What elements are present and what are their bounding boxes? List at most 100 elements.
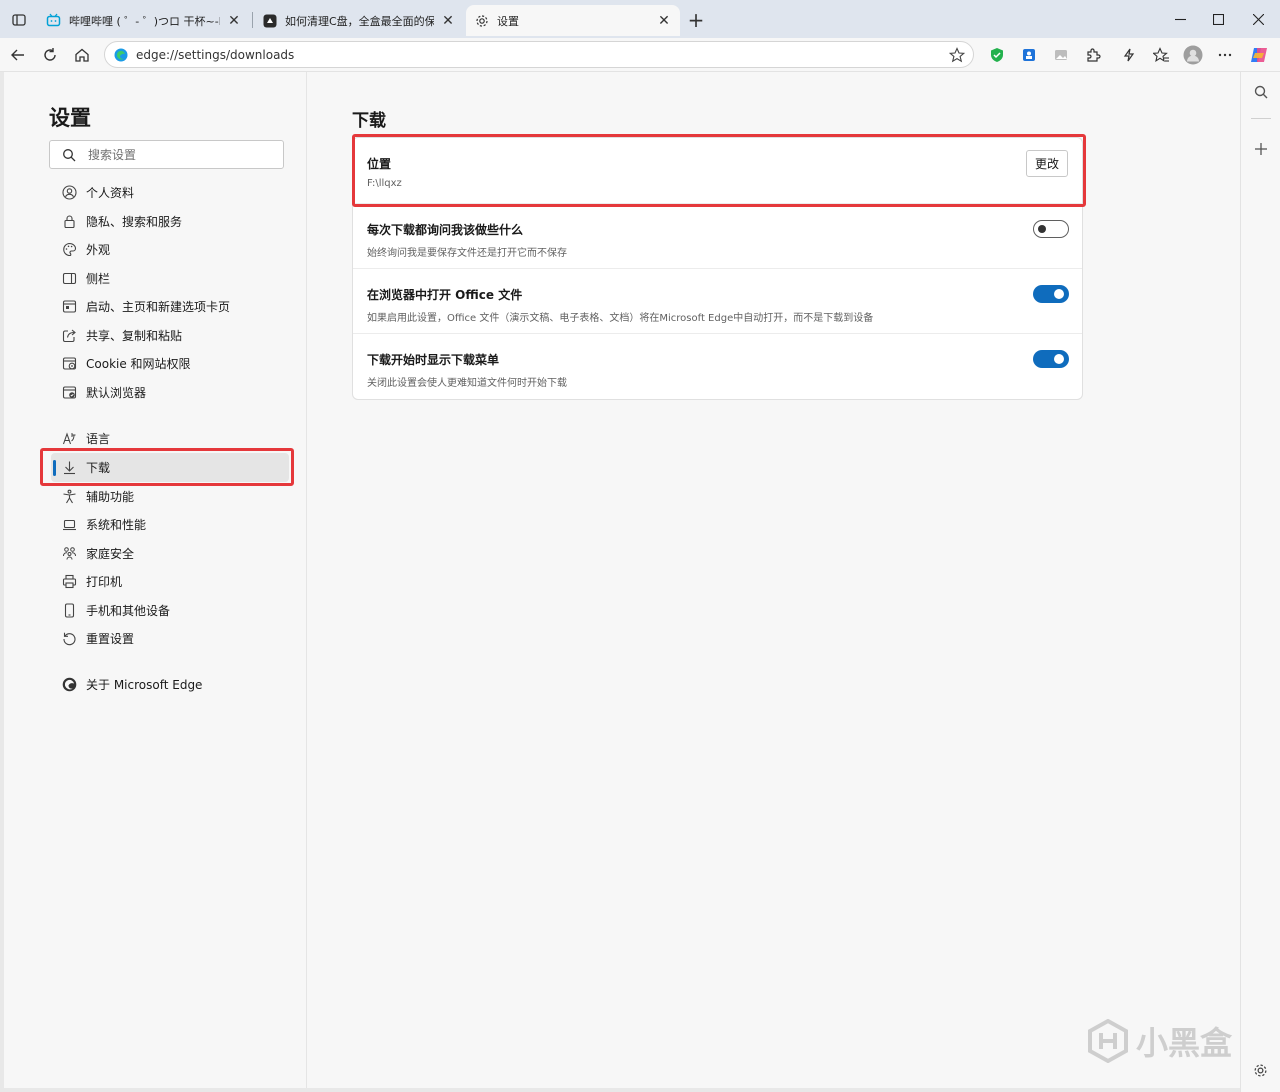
edge-logo-icon <box>61 677 77 693</box>
sidebar-item-family[interactable]: 家庭安全 <box>51 539 289 568</box>
sidebar-item-profile[interactable]: 个人资料 <box>51 178 289 207</box>
setting-title: 每次下载都询问我该做些什么 <box>367 223 524 237</box>
sidebar-item-label: 重置设置 <box>86 632 135 646</box>
search-box[interactable] <box>49 140 284 169</box>
gear-icon <box>474 13 489 28</box>
show-download-menu-toggle[interactable] <box>1033 350 1069 368</box>
close-window-button[interactable] <box>1238 0 1278 38</box>
toggle-knob <box>1054 354 1064 364</box>
settings-sidebar: 设置 个人资料 隐私、搜索和服务 外观 侧栏 启动、主页和新建选项卡页 共享、复… <box>4 72 307 1088</box>
app-bar-divider <box>1251 118 1271 119</box>
toggle-knob <box>1054 289 1064 299</box>
laptop-icon <box>61 517 77 533</box>
extensions-icon[interactable] <box>1081 43 1105 67</box>
sidebar-item-label: 家庭安全 <box>86 547 135 561</box>
sidebar-item-share[interactable]: 共享、复制和粘贴 <box>51 321 289 350</box>
section-title: 下载 <box>352 111 386 131</box>
sidebar-item-label: 下载 <box>86 461 111 475</box>
search-input[interactable] <box>88 147 268 162</box>
tab-bilibili[interactable]: 哔哩哔哩 ( ゜- ゜)つロ 干杯~-bilibi ✕ <box>38 5 250 36</box>
watermark-text: 小黑盒 <box>1136 1024 1233 1062</box>
tab-title: 设置 <box>497 14 519 28</box>
browser-icon <box>61 385 77 401</box>
home-button[interactable] <box>70 43 94 67</box>
page-title: 设置 <box>49 106 91 130</box>
copilot-icon[interactable] <box>1247 43 1271 67</box>
sidebar-item-label: 辅助功能 <box>86 490 135 504</box>
extension-blue-icon[interactable] <box>1017 43 1041 67</box>
setting-title: 在浏览器中打开 Office 文件 <box>367 288 523 302</box>
tab-article[interactable]: 如何清理C盘，全盒最全面的保姆 ✕ <box>254 5 464 36</box>
tab-title: 哔哩哔哩 ( ゜- ゜)つロ 干杯~-bilibi <box>69 14 220 28</box>
tab-title: 如何清理C盘，全盒最全面的保姆 <box>285 14 434 28</box>
sidebar-item-default-browser[interactable]: 默认浏览器 <box>51 378 289 407</box>
tab-strip: 哔哩哔哩 ( ゜- ゜)つロ 干杯~-bilibi ✕ 如何清理C盘，全盒最全面… <box>0 0 1280 38</box>
ask-each-download-toggle[interactable] <box>1033 220 1069 238</box>
favorite-star-icon[interactable] <box>945 43 969 67</box>
address-bar[interactable]: edge://settings/downloads <box>104 41 974 68</box>
sidebar-item-label: 共享、复制和粘贴 <box>86 329 183 343</box>
sidebar-item-label: 隐私、搜索和服务 <box>86 215 183 229</box>
sidebar-item-label: 关于 Microsoft Edge <box>86 678 203 692</box>
download-icon <box>61 460 77 476</box>
app-sidebar <box>1240 72 1280 1092</box>
performance-icon[interactable] <box>1117 43 1141 67</box>
more-options-icon[interactable] <box>1213 43 1237 67</box>
image-extension-icon[interactable] <box>1049 43 1073 67</box>
favorites-icon[interactable] <box>1149 43 1173 67</box>
shield-extension-icon[interactable] <box>985 43 1009 67</box>
toolbar: edge://settings/downloads <box>0 38 1280 72</box>
sidebar-item-cookies[interactable]: Cookie 和网站权限 <box>51 349 289 378</box>
sidebar-item-devices[interactable]: 手机和其他设备 <box>51 596 289 625</box>
sidebar-item-downloads[interactable]: 下载 <box>51 453 289 482</box>
accessibility-icon <box>61 489 77 505</box>
sidebar-item-sidebar[interactable]: 侧栏 <box>51 264 289 293</box>
sidebar-item-appearance[interactable]: 外观 <box>51 235 289 264</box>
setting-title: 下载开始时显示下载菜单 <box>367 353 500 367</box>
cookie-icon <box>61 356 77 372</box>
profile-icon <box>61 185 77 201</box>
open-office-toggle[interactable] <box>1033 285 1069 303</box>
search-icon <box>63 148 76 161</box>
setting-row-ask-each-download: 每次下载都询问我该做些什么 始终询问我是要保存文件还是打开它而不保存 <box>353 203 1082 268</box>
downloads-settings-card: 位置 F:\llqxz 更改 每次下载都询问我该做些什么 始终询问我是要保存文件… <box>352 137 1083 400</box>
search-icon[interactable] <box>1249 80 1273 104</box>
tab-actions-icon[interactable] <box>8 9 30 31</box>
sidebar-item-label: Cookie 和网站权限 <box>86 357 191 371</box>
edge-logo-icon <box>114 48 128 61</box>
close-tab-icon[interactable]: ✕ <box>226 13 242 29</box>
sidebar-item-startup[interactable]: 启动、主页和新建选项卡页 <box>51 292 289 321</box>
family-icon <box>61 546 77 562</box>
maximize-button[interactable] <box>1198 0 1238 38</box>
back-button[interactable] <box>6 43 30 67</box>
add-app-icon[interactable] <box>1249 137 1273 161</box>
download-path: F:\llqxz <box>367 178 402 189</box>
language-icon <box>61 431 77 447</box>
close-tab-icon[interactable]: ✕ <box>440 13 456 29</box>
close-tab-icon[interactable]: ✕ <box>656 13 672 29</box>
setting-row-location: 位置 F:\llqxz 更改 <box>353 138 1082 203</box>
sidebar-item-reset[interactable]: 重置设置 <box>51 624 289 653</box>
home-tab-icon <box>61 299 77 315</box>
tab-settings[interactable]: 设置 ✕ <box>466 5 680 36</box>
sidebar-item-privacy[interactable]: 隐私、搜索和服务 <box>51 207 289 236</box>
settings-gear-icon[interactable] <box>1250 1060 1270 1080</box>
change-location-button[interactable]: 更改 <box>1026 150 1068 177</box>
sidebar-item-system[interactable]: 系统和性能 <box>51 510 289 539</box>
refresh-button[interactable] <box>38 43 62 67</box>
sidebar-item-accessibility[interactable]: 辅助功能 <box>51 482 289 511</box>
minimize-button[interactable] <box>1160 0 1200 38</box>
reset-icon <box>61 631 77 647</box>
share-icon <box>61 328 77 344</box>
sidebar-item-printer[interactable]: 打印机 <box>51 567 289 596</box>
sidebar-item-label: 启动、主页和新建选项卡页 <box>86 300 231 314</box>
sidebar-item-label: 个人资料 <box>86 186 135 200</box>
profile-avatar[interactable] <box>1181 43 1205 67</box>
new-tab-button[interactable]: + <box>684 8 708 32</box>
sidebar-item-about[interactable]: 关于 Microsoft Edge <box>51 670 289 699</box>
sidebar-item-language[interactable]: 语言 <box>51 424 289 453</box>
sidebar-item-label: 系统和性能 <box>86 518 147 532</box>
sidebar-item-label: 外观 <box>86 243 111 257</box>
sidebar-item-label: 默认浏览器 <box>86 386 147 400</box>
watermark-icon <box>1088 1019 1128 1063</box>
